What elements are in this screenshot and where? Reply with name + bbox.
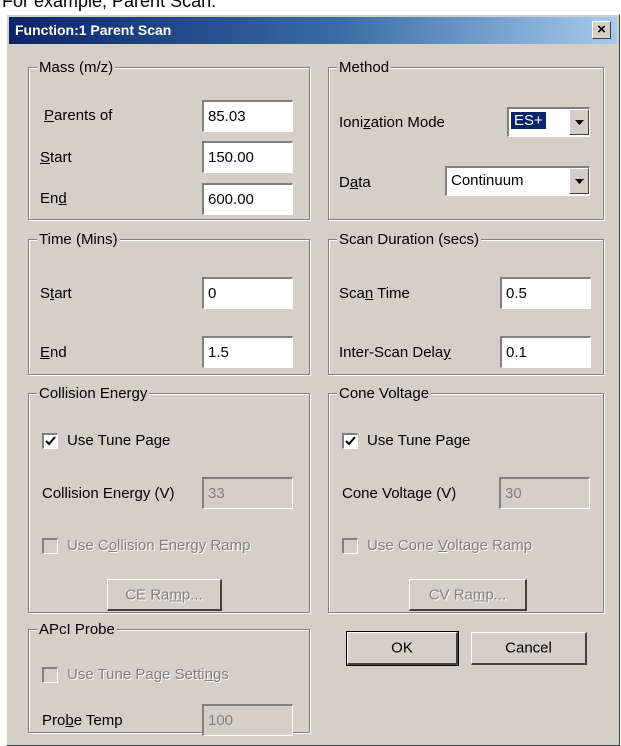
ionization-mode-label: Ionization Mode — [339, 114, 445, 131]
time-group: Time (Mins) Start End — [28, 231, 310, 375]
time-start-input[interactable] — [202, 277, 293, 309]
data-dropdown-button[interactable] — [569, 168, 589, 194]
time-start-label: Start — [40, 285, 72, 302]
data-select[interactable]: Continuum — [445, 166, 590, 196]
cone-voltage-input[interactable] — [499, 477, 590, 509]
mass-start-label: Start — [40, 149, 72, 166]
chevron-down-icon — [575, 120, 584, 125]
mass-end-label: End — [40, 190, 67, 207]
cone-voltage-legend: Cone Voltage — [337, 385, 432, 402]
cone-use-tune-page-checkbox[interactable] — [342, 433, 358, 449]
parent-scan-dialog: Function:1 Parent Scan × Mass (m/z) Pare… — [6, 14, 620, 746]
checkmark-icon — [45, 436, 56, 446]
cone-voltage-group: Cone Voltage Use Tune Page Cone Voltage … — [328, 385, 604, 613]
chevron-down-icon — [575, 179, 584, 184]
apci-use-settings-label: Use Tune Page Settings — [67, 666, 229, 683]
inter-scan-delay-label: Inter-Scan Delay — [339, 344, 451, 361]
collision-use-tune-page-label: Use Tune Page — [67, 432, 171, 449]
inter-scan-delay-input[interactable] — [500, 336, 591, 368]
ok-button[interactable]: OK — [346, 631, 459, 666]
time-end-label: End — [40, 344, 67, 361]
cone-use-tune-page-label: Use Tune Page — [367, 432, 471, 449]
ionization-mode-value: ES+ — [511, 112, 546, 129]
parents-of-label: Parents of — [44, 107, 113, 124]
scan-duration-legend: Scan Duration (secs) — [337, 231, 482, 248]
collision-energy-input[interactable] — [202, 477, 293, 509]
collision-use-tune-page-checkbox[interactable] — [42, 433, 58, 449]
time-end-input[interactable] — [202, 336, 293, 368]
scan-time-label: Scan Time — [339, 285, 410, 302]
cancel-button-label: Cancel — [505, 639, 552, 657]
close-icon: × — [597, 21, 606, 38]
mass-group: Mass (m/z) Parents of Start End — [28, 59, 310, 220]
probe-temp-label: Probe Temp — [42, 712, 123, 729]
method-legend: Method — [337, 59, 392, 76]
dialog-title: Function:1 Parent Scan — [15, 22, 172, 38]
collision-energy-legend: Collision Energy — [37, 385, 150, 402]
cv-ramp-label: CV Ramp... — [428, 586, 507, 603]
caption-text: For example, Parent Scan: — [2, 0, 217, 11]
collision-energy-group: Collision Energy Use Tune Page Collision… — [28, 385, 310, 613]
cancel-button[interactable]: Cancel — [471, 632, 587, 665]
method-group: Method Ionization Mode ES+ Data Continuu… — [328, 59, 604, 220]
ok-button-label: OK — [391, 639, 413, 657]
probe-temp-input[interactable] — [202, 704, 293, 736]
data-value: Continuum — [451, 172, 524, 189]
parents-of-input[interactable] — [202, 100, 293, 132]
ionization-dropdown-button[interactable] — [569, 109, 589, 135]
scan-time-input[interactable] — [500, 277, 591, 309]
title-bar[interactable]: Function:1 Parent Scan × — [9, 17, 617, 44]
apci-probe-group: APcI Probe Use Tune Page Settings Probe … — [28, 621, 310, 736]
collision-energy-ramp-checkbox[interactable] — [42, 538, 58, 554]
scan-duration-group: Scan Duration (secs) Scan Time Inter-Sca… — [328, 231, 604, 375]
cone-voltage-ramp-checkbox[interactable] — [342, 538, 358, 554]
time-legend: Time (Mins) — [37, 231, 120, 248]
cone-voltage-ramp-label: Use Cone Voltage Ramp — [367, 537, 533, 554]
mass-start-input[interactable] — [202, 141, 293, 173]
ionization-mode-select[interactable]: ES+ — [507, 107, 590, 137]
apci-probe-legend: APcI Probe — [37, 621, 117, 638]
mass-end-input[interactable] — [202, 183, 293, 215]
ce-ramp-label: CE Ramp... — [125, 586, 203, 603]
mass-legend: Mass (m/z) — [37, 59, 116, 76]
cone-voltage-label: Cone Voltage (V) — [342, 485, 457, 502]
cv-ramp-button[interactable]: CV Ramp... — [409, 579, 527, 611]
apci-use-settings-checkbox[interactable] — [42, 667, 58, 683]
collision-energy-label: Collision Energy (V) — [42, 485, 175, 502]
collision-energy-ramp-label: Use Collision Energy Ramp — [67, 537, 251, 554]
data-label: Data — [339, 174, 371, 191]
close-button[interactable]: × — [592, 21, 611, 39]
ce-ramp-button[interactable]: CE Ramp... — [107, 579, 222, 611]
checkmark-icon — [345, 436, 356, 446]
